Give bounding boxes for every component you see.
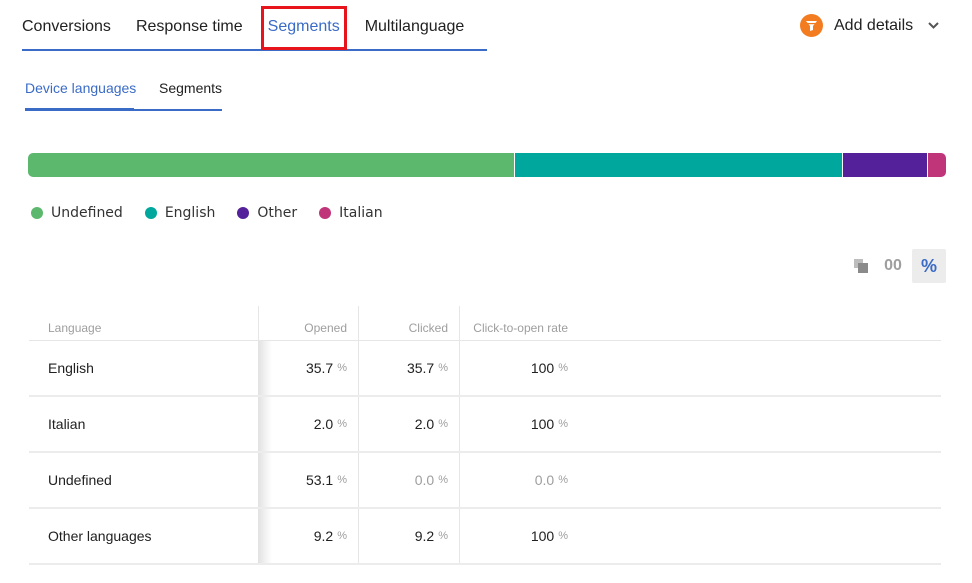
cell-ctor: 100%: [459, 397, 579, 451]
legend-label: Undefined: [51, 205, 123, 221]
cell-opened: 35.7%: [258, 341, 358, 395]
legend-item-other[interactable]: Other: [237, 205, 297, 221]
table-body: English 35.7% 35.7% 100% Italian 2.0% 2.0% 100%…: [29, 341, 941, 565]
legend-dot-icon: [319, 207, 332, 219]
cell-value: 2.0: [313, 416, 334, 432]
cell-opened: 53.1%: [258, 453, 358, 507]
legend-dot-icon: [31, 207, 43, 219]
cell-clicked: 2.0%: [358, 397, 459, 451]
legend-item-english[interactable]: English: [144, 205, 216, 221]
cell-value: 100: [530, 528, 555, 544]
cell-unit: %: [337, 530, 347, 542]
cell-value: 100: [530, 360, 555, 376]
legend-label: Other: [257, 205, 298, 221]
legend: Undefined English Other Italian: [31, 205, 405, 221]
bar-segment-other[interactable]: [843, 153, 928, 177]
tab-multilanguage[interactable]: Multilanguage: [365, 0, 465, 49]
cell-value: 53.1: [305, 472, 334, 488]
chevron-down-icon[interactable]: [927, 20, 939, 32]
cell-value: 35.7: [406, 360, 435, 376]
cell-value: 35.7: [305, 360, 334, 376]
legend-label: Italian: [339, 205, 383, 221]
funnel-icon: [800, 14, 823, 37]
cell-opened: 2.0%: [258, 397, 358, 451]
sub-tab-bar: Device languages Segments: [25, 80, 222, 111]
language-distribution-bar: [28, 153, 946, 177]
table-row: Italian 2.0% 2.0% 100%: [29, 397, 941, 453]
percent-values-toggle[interactable]: %: [912, 249, 946, 283]
tab-conversions[interactable]: Conversions: [22, 0, 111, 49]
header-clicked[interactable]: Clicked: [358, 306, 459, 340]
cell-ctor: 100%: [459, 509, 579, 563]
cell-ctor: 100%: [459, 341, 579, 395]
tab-response-time[interactable]: Response time: [136, 0, 243, 49]
cell-value: 100: [530, 416, 555, 432]
cell-unit: %: [438, 530, 448, 542]
table-row: Undefined 53.1% 0.0% 0.0%: [29, 453, 941, 509]
header-opened[interactable]: Opened: [258, 306, 358, 340]
bar-segment-undefined[interactable]: [28, 153, 516, 177]
cell-unit: %: [558, 530, 568, 542]
language-table: Language Opened Clicked Click-to-open ra…: [29, 306, 941, 565]
legend-dot-icon: [237, 207, 250, 219]
absolute-values-toggle[interactable]: 00: [874, 257, 912, 275]
cell-language: English: [48, 360, 94, 376]
cell-unit: %: [438, 418, 448, 430]
cell-clicked: 35.7%: [358, 341, 459, 395]
cell-clicked: 0.0%: [358, 453, 459, 507]
cell-ctor: 0.0%: [459, 453, 579, 507]
cell-value: 9.2: [313, 528, 334, 544]
subtab-segments[interactable]: Segments: [159, 80, 222, 109]
legend-item-undefined[interactable]: Undefined: [31, 205, 123, 221]
add-details-label: Add details: [834, 16, 914, 34]
add-details-button[interactable]: Add details: [800, 14, 939, 37]
cell-unit: %: [337, 474, 347, 486]
cell-language: Other languages: [48, 528, 152, 544]
cell-opened: 9.2%: [258, 509, 358, 563]
cell-language: Italian: [48, 416, 86, 432]
header-click-to-open-rate[interactable]: Click-to-open rate: [459, 306, 579, 340]
header-language[interactable]: Language: [29, 306, 258, 340]
subtab-device-languages[interactable]: Device languages: [25, 80, 136, 111]
cell-value: 9.2: [414, 528, 435, 544]
cell-language: Undefined: [48, 472, 112, 488]
view-toggle: 00 %: [848, 249, 946, 283]
legend-dot-icon: [144, 207, 157, 219]
bar-segment-english[interactable]: [515, 153, 844, 177]
cell-unit: %: [558, 474, 568, 486]
copy-icon[interactable]: [848, 249, 874, 283]
table-row: Other languages 9.2% 9.2% 100%: [29, 509, 941, 565]
cell-value: 0.0: [414, 472, 435, 488]
table-row: English 35.7% 35.7% 100%: [29, 341, 941, 397]
top-tab-bar: Conversions Response time Segments Multi…: [22, 0, 487, 51]
legend-item-italian[interactable]: Italian: [319, 205, 383, 221]
cell-value: 2.0: [414, 416, 435, 432]
cell-unit: %: [558, 418, 568, 430]
tab-segments[interactable]: Segments: [260, 6, 347, 50]
cell-unit: %: [558, 362, 568, 374]
cell-unit: %: [337, 362, 347, 374]
table-header: Language Opened Clicked Click-to-open ra…: [29, 306, 941, 341]
legend-label: English: [164, 205, 216, 221]
bar-segment-italian[interactable]: [927, 153, 946, 177]
cell-value: 0.0: [534, 472, 555, 488]
cell-clicked: 9.2%: [358, 509, 459, 563]
cell-unit: %: [337, 418, 347, 430]
cell-unit: %: [438, 474, 448, 486]
cell-unit: %: [438, 362, 448, 374]
